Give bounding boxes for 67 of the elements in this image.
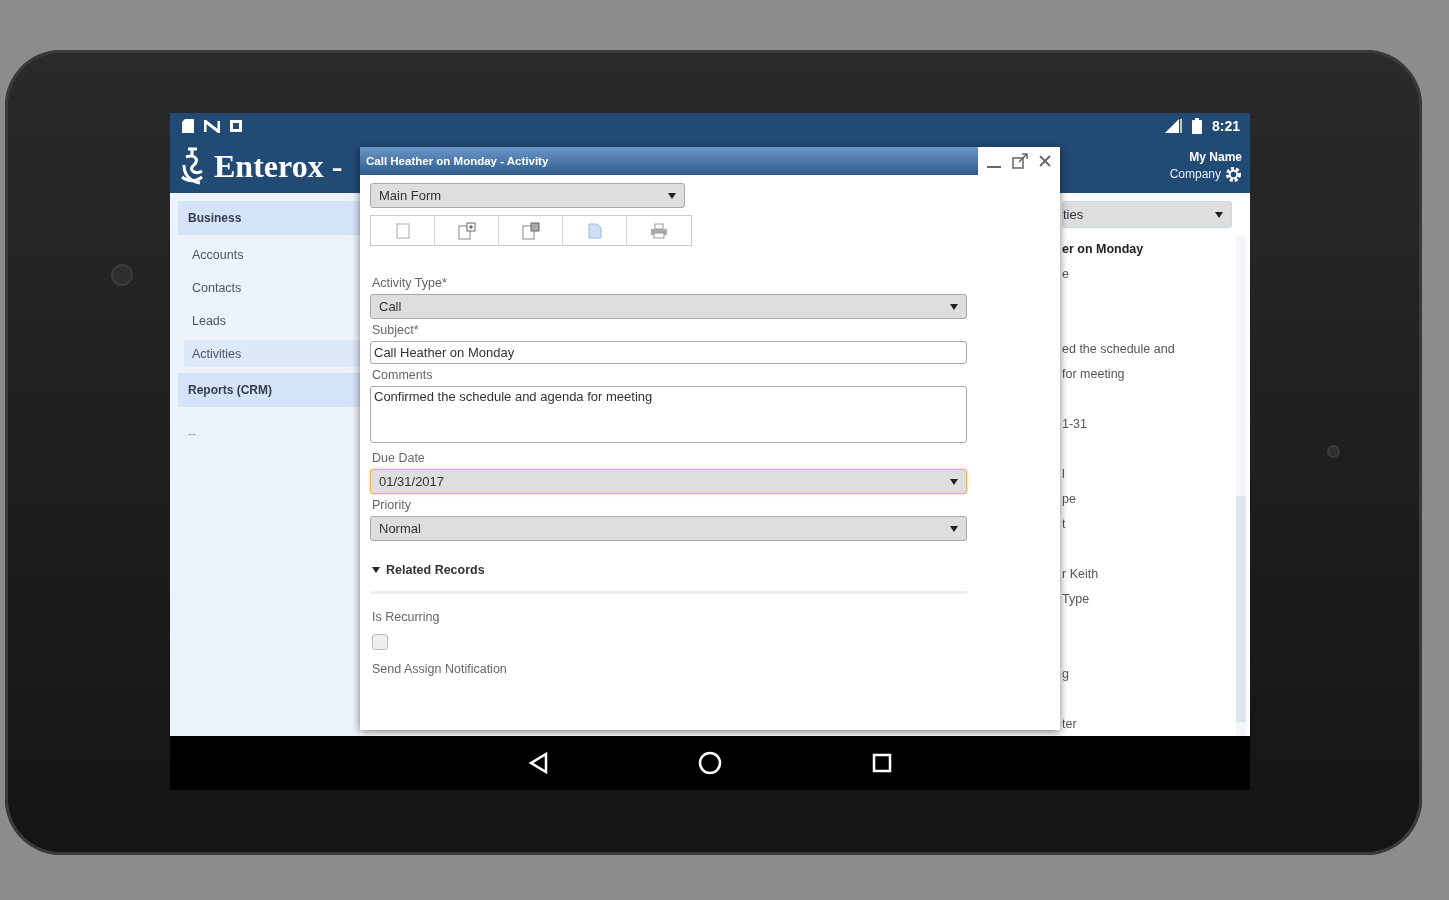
close-button[interactable] [1038,154,1052,168]
sidebar-item[interactable]: Contacts [184,274,360,302]
nfc-icon [204,119,220,133]
page-plus-icon [457,221,476,240]
field-label: Due Date [372,451,426,465]
back-icon[interactable] [528,752,548,775]
checkbox[interactable] [372,634,388,650]
popout-icon [1012,153,1028,169]
clock-time: 8:21 [1211,118,1240,135]
select-field[interactable]: Normal [370,516,967,541]
dropdown-caret-icon [950,303,958,310]
dropdown-caret-icon [950,478,958,485]
camera-icon [111,264,133,286]
record-text: g [1062,666,1069,681]
record-text: Type [1062,591,1090,606]
app-title: Enterox - [214,147,343,185]
sidebar-item[interactable]: Accounts [184,241,360,269]
view-selector[interactable]: ties [1062,201,1232,229]
field-label: Is Recurring [372,610,441,624]
settings-icon[interactable] [1225,165,1242,183]
record-text: r Keith [1062,566,1099,581]
record-text: 1-31 [1062,416,1088,431]
company-name: Company [1169,167,1221,182]
signal-icon [1163,118,1182,135]
sidebar-section[interactable]: Business [178,201,360,236]
record-text: e [1062,266,1069,281]
select-field[interactable]: 01/31/2017 [370,469,967,494]
dropdown-caret-icon [1215,211,1223,218]
dropdown-caret-icon [668,192,676,199]
form-selector[interactable]: Main Form [370,183,685,208]
popout-button[interactable] [1012,153,1028,169]
minimize-icon [986,166,1002,168]
comments-field[interactable]: Confirmed the schedule and agenda for meeting [370,386,967,443]
sidebar-item[interactable]: Leads [184,307,360,335]
record-text: ter [1062,716,1077,731]
sidebar-section[interactable]: Reports (CRM) [178,373,360,408]
record-text: for meeting [1062,366,1125,381]
section-toggle[interactable]: Related Records [372,563,485,577]
document-icon [587,222,602,239]
sd-card-icon [182,119,194,134]
record-text: l [1062,466,1065,481]
square-icon [230,120,242,133]
sensor-icon [1327,445,1340,458]
field-label: Activity Type* [372,276,448,290]
dialog-title: Call Heather on Monday - Activity [360,147,978,175]
home-icon[interactable] [698,751,722,776]
sidebar-footer: -- [188,427,360,442]
field-label: Subject* [372,323,420,337]
record-text: pe [1062,491,1076,506]
user-name: My Name [1189,149,1242,164]
dropdown-caret-icon [950,525,958,532]
sidebar-item[interactable]: Activities [184,340,360,368]
record-text: t [1062,516,1066,531]
caret-icon [372,567,380,573]
record-text: er on Monday [1062,241,1144,256]
field-label: Comments [372,368,434,382]
input-field[interactable]: Call Heather on Monday [370,341,967,364]
close-icon [1038,154,1052,168]
field-label: Priority [372,498,412,512]
record-text: ed the schedule and [1062,341,1175,356]
pages-icon [521,221,540,240]
printer-icon [650,222,668,239]
select-field[interactable]: Call [370,294,967,319]
recents-icon[interactable] [872,753,892,774]
field-label: Send Assign Notification [372,662,508,676]
battery-icon [1191,118,1202,135]
page-icon [395,222,410,239]
